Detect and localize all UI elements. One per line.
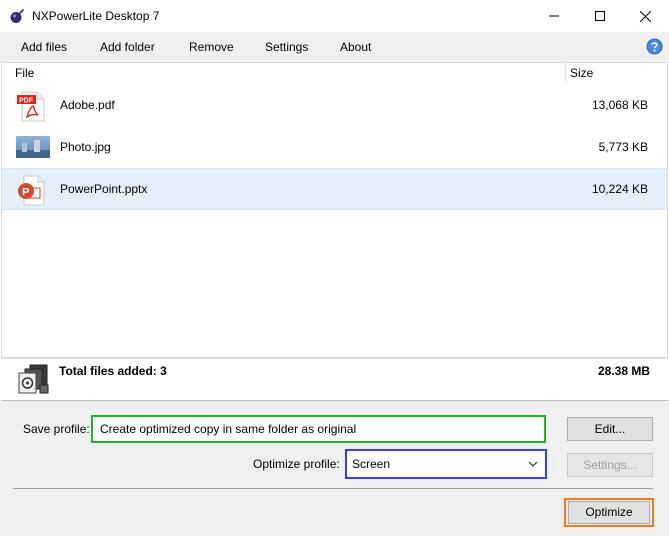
separator bbox=[13, 488, 653, 489]
window-title: NXPowerLite Desktop 7 bbox=[32, 9, 160, 23]
maximize-button[interactable] bbox=[577, 0, 623, 32]
app-logo-icon bbox=[10, 8, 25, 23]
size-column-header[interactable]: Size bbox=[570, 66, 593, 80]
file-size: 13,068 KB bbox=[591, 98, 648, 112]
total-size: 28.38 MB bbox=[597, 364, 650, 378]
files-summary-icon bbox=[18, 364, 49, 394]
pdf-icon-label: PDF bbox=[19, 98, 34, 105]
edit-button[interactable]: Edit... bbox=[567, 417, 653, 441]
close-button[interactable] bbox=[622, 0, 668, 32]
help-icon[interactable] bbox=[646, 38, 663, 55]
add-files-menu[interactable]: Add files bbox=[21, 32, 67, 62]
optimize-profile-value: Screen bbox=[352, 457, 391, 471]
remove-menu[interactable]: Remove bbox=[189, 32, 234, 62]
svg-text:P: P bbox=[22, 187, 29, 199]
optimize-profile-label: Optimize profile: bbox=[253, 457, 340, 471]
file-name: Photo.jpg bbox=[60, 140, 111, 154]
about-menu[interactable]: About bbox=[340, 32, 371, 62]
file-size: 5,773 KB bbox=[598, 140, 648, 154]
image-file-icon bbox=[16, 136, 50, 158]
pptx-file-icon: P bbox=[18, 175, 45, 206]
maximize-icon bbox=[595, 11, 605, 21]
add-folder-menu[interactable]: Add folder bbox=[100, 32, 155, 62]
file-name: PowerPoint.pptx bbox=[60, 182, 148, 196]
minimize-button[interactable] bbox=[531, 0, 577, 32]
file-row[interactable]: PDF Adobe.pdf 13,068 KB bbox=[2, 84, 667, 126]
file-row[interactable]: Photo.jpg 5,773 KB bbox=[2, 126, 667, 168]
optimize-button[interactable]: Optimize bbox=[568, 501, 650, 524]
profile-settings-button[interactable]: Settings... bbox=[567, 453, 653, 477]
settings-menu[interactable]: Settings bbox=[265, 32, 308, 62]
save-profile-label: Save profile: bbox=[23, 422, 90, 436]
pdf-file-icon: PDF bbox=[17, 91, 45, 122]
total-files-label: Total files added: 3 bbox=[59, 364, 167, 378]
file-name: Adobe.pdf bbox=[60, 98, 115, 112]
column-divider[interactable] bbox=[565, 63, 566, 82]
file-row-selected[interactable]: P PowerPoint.pptx 10,224 KB bbox=[2, 168, 667, 210]
file-column-header[interactable]: File bbox=[15, 66, 34, 80]
chevron-down-icon bbox=[528, 461, 538, 467]
minimize-icon bbox=[549, 15, 559, 17]
close-icon bbox=[639, 10, 651, 22]
save-profile-value: Create optimized copy in same folder as … bbox=[100, 422, 357, 436]
file-size: 10,224 KB bbox=[591, 182, 648, 196]
